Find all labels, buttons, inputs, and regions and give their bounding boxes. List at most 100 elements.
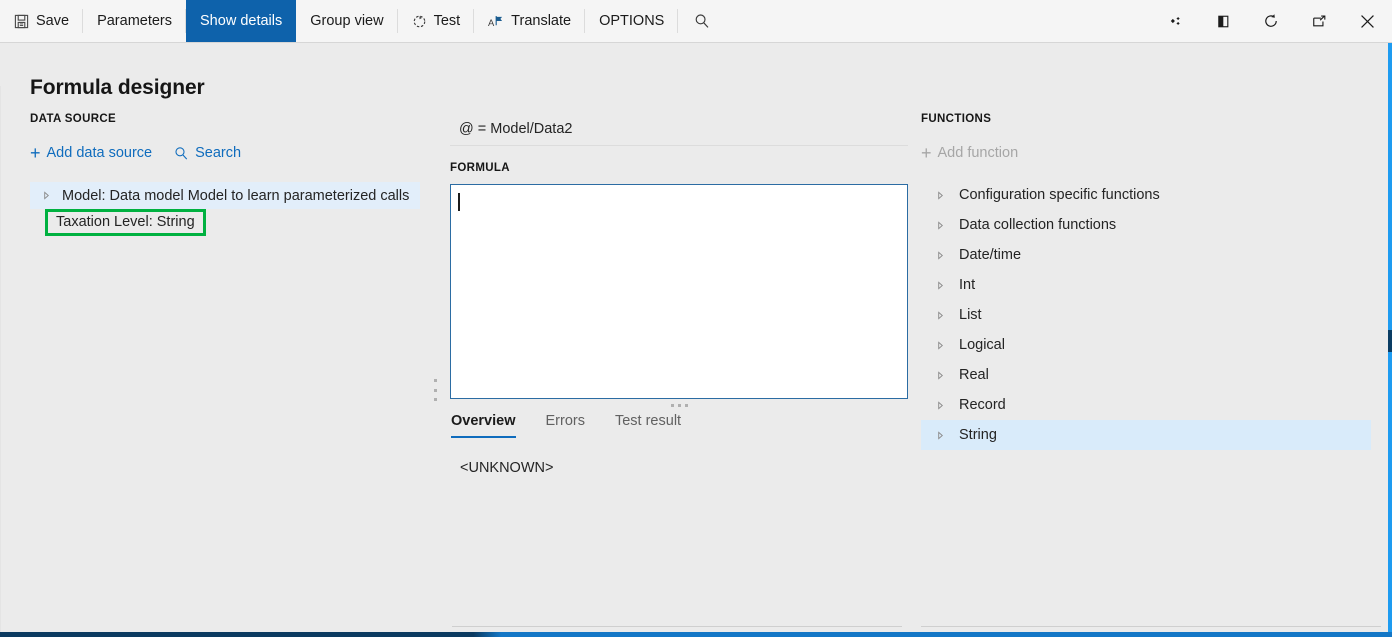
group-view-label: Group view (310, 13, 384, 29)
options-button[interactable]: OPTIONS (585, 0, 679, 42)
chevron-right-icon[interactable] (30, 191, 62, 200)
chevron-right-icon[interactable] (921, 250, 959, 260)
chevron-right-icon[interactable] (921, 430, 959, 440)
data-source-actions: + Add data source Search (30, 144, 420, 162)
function-group-logical[interactable]: Logical (921, 330, 1371, 360)
options-label: OPTIONS (599, 13, 665, 29)
popout-button[interactable] (1295, 0, 1343, 42)
tab-test-result-label: Test result (614, 413, 682, 429)
formula-designer-window: Save Parameters Show details Group view … (0, 0, 1392, 637)
chevron-right-icon[interactable] (921, 340, 959, 350)
search-data-source-label: Search (195, 145, 242, 161)
vertical-scrollbar[interactable] (1388, 43, 1392, 637)
splitter-dot (433, 379, 437, 382)
tree-row-model-label: Model: Data model Model to learn paramet… (62, 187, 410, 204)
pane-splitter-handle[interactable] (432, 379, 438, 401)
tab-overview-label: Overview (451, 413, 516, 429)
formula-pane: @ = Model/Data2 FORMULA Overview Errors (450, 43, 908, 476)
chevron-right-icon[interactable] (921, 190, 959, 200)
function-group-label: Configuration specific functions (959, 187, 1160, 203)
function-group-label: List (959, 307, 982, 323)
group-view-button[interactable]: Group view (296, 0, 398, 42)
tab-overview[interactable]: Overview (451, 413, 516, 438)
chevron-right-icon[interactable] (921, 220, 959, 230)
formula-path-line: @ = Model/Data2 (450, 112, 908, 146)
green-highlight-box: Taxation Level: String (45, 209, 206, 236)
parameters-button[interactable]: Parameters (83, 0, 186, 42)
function-group-real[interactable]: Real (921, 360, 1371, 390)
grip-dot (684, 403, 688, 407)
function-group-label: Record (959, 397, 1006, 413)
function-group-date-time[interactable]: Date/time (921, 240, 1371, 270)
add-function-button[interactable]: + Add function (921, 144, 1371, 162)
functions-list: Configuration specific functions Data co… (921, 180, 1371, 450)
formula-input[interactable] (450, 184, 908, 399)
refresh-button[interactable] (1247, 0, 1295, 42)
search-icon (694, 13, 710, 29)
chevron-right-icon[interactable] (921, 310, 959, 320)
function-group-int[interactable]: Int (921, 270, 1371, 300)
tree-row-taxation-level[interactable]: Taxation Level: String (30, 209, 420, 236)
command-bar: Save Parameters Show details Group view … (0, 0, 1392, 43)
personalize-icon (1167, 14, 1184, 28)
parameters-label: Parameters (97, 13, 173, 29)
page-body: Formula designer DATA SOURCE + Add data … (0, 43, 1392, 637)
text-caret (458, 193, 460, 211)
plus-icon: + (921, 143, 932, 163)
add-data-source-button[interactable]: + Add data source (30, 144, 152, 162)
tab-errors[interactable]: Errors (546, 413, 585, 438)
vertical-scrollbar-thumb[interactable] (1388, 330, 1392, 352)
refresh-icon (1263, 13, 1279, 29)
tab-test-result[interactable]: Test result (615, 413, 681, 438)
add-function-label: Add function (937, 145, 1019, 161)
function-group-label: Real (959, 367, 989, 383)
save-button[interactable]: Save (0, 0, 84, 42)
plus-icon: + (30, 143, 41, 163)
translate-label: Translate (511, 13, 572, 29)
page-title: Formula designer (30, 76, 205, 99)
open-in-new-window-icon (1216, 14, 1231, 29)
footer-divider-right (921, 626, 1381, 627)
test-button[interactable]: Test (398, 0, 475, 42)
command-bar-spacer (726, 0, 1151, 42)
left-edge-divider (0, 86, 1, 637)
data-source-tree: Model: Data model Model to learn paramet… (30, 182, 420, 236)
function-group-configuration-specific-functions[interactable]: Configuration specific functions (921, 180, 1371, 210)
popout-icon (1311, 14, 1327, 29)
splitter-dot (433, 388, 437, 392)
translate-button[interactable]: A Translate (474, 0, 585, 42)
function-group-label: Date/time (959, 247, 1022, 263)
save-icon (14, 14, 29, 29)
tab-errors-label: Errors (545, 413, 585, 429)
chevron-right-icon[interactable] (921, 370, 959, 380)
tree-row-taxation-level-label: Taxation Level: String (56, 214, 195, 230)
personalize-button[interactable] (1151, 0, 1200, 42)
close-icon (1359, 13, 1376, 30)
show-details-button[interactable]: Show details (186, 0, 297, 42)
search-button[interactable] (678, 0, 726, 42)
chevron-right-icon[interactable] (921, 280, 959, 290)
svg-text:A: A (488, 18, 495, 28)
function-group-record[interactable]: Record (921, 390, 1371, 420)
grip-dot (677, 403, 681, 407)
overview-value: <UNKNOWN> (460, 460, 554, 476)
chevron-right-icon[interactable] (921, 400, 959, 410)
function-group-string[interactable]: String (921, 420, 1371, 450)
save-label: Save (36, 13, 70, 29)
command-bar-right-group (1151, 0, 1392, 42)
open-in-new-window-button[interactable] (1200, 0, 1247, 42)
function-group-data-collection-functions[interactable]: Data collection functions (921, 210, 1371, 240)
function-group-label: Int (959, 277, 976, 293)
search-data-source-button[interactable]: Search (174, 145, 241, 161)
result-tabs: Overview Errors Test result (450, 413, 908, 438)
add-data-source-label: Add data source (46, 145, 153, 161)
tree-row-model[interactable]: Model: Data model Model to learn paramet… (30, 182, 420, 209)
function-group-list[interactable]: List (921, 300, 1371, 330)
formula-caption: FORMULA (450, 162, 510, 174)
formula-resize-handle[interactable] (450, 399, 908, 411)
data-source-pane: DATA SOURCE + Add data source Search Mod… (30, 113, 420, 236)
translate-icon: A (488, 14, 504, 29)
show-details-label: Show details (200, 13, 283, 29)
close-button[interactable] (1343, 0, 1392, 42)
grip-dot (670, 403, 674, 407)
